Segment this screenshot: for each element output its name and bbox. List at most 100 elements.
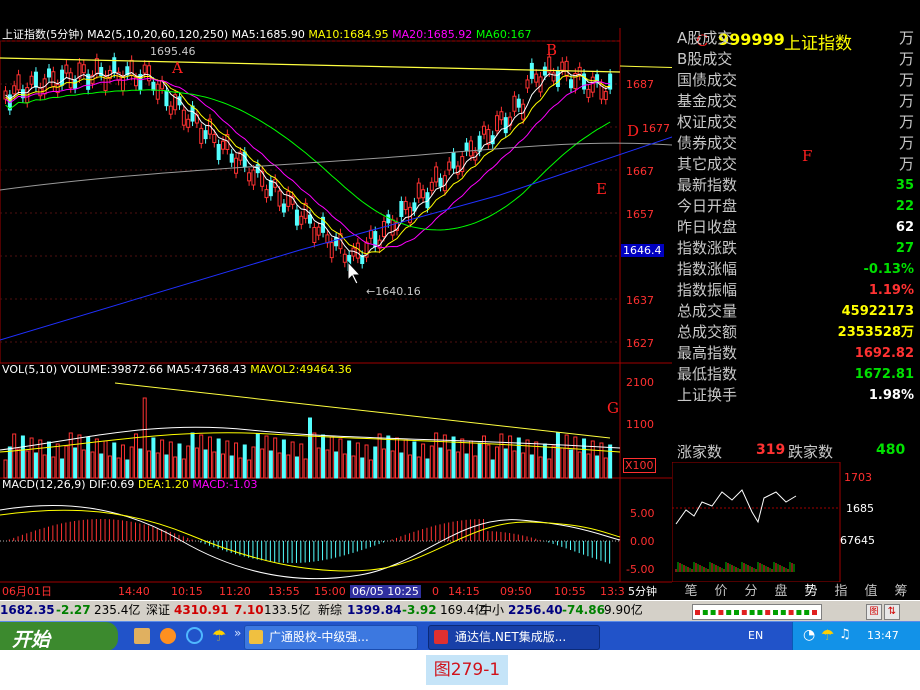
ticker-item: 深证: [146, 603, 171, 617]
volume-bar: [199, 434, 204, 479]
kline-ma10: MA10:1684.95: [308, 28, 389, 41]
quote-row: 国债成交 万: [677, 70, 914, 91]
mini-intraday-chart[interactable]: 1703 1685 67645: [671, 461, 920, 583]
chart-area[interactable]: 上证指数(5分钟) MA2(5,10,20,60,120,250) MA5:16…: [0, 0, 672, 600]
breadth-cell: [702, 610, 708, 615]
ticker-arrows-icon[interactable]: ⇅: [884, 604, 900, 620]
volume-bar: [329, 436, 334, 479]
quote-row: 最低指数 1672.81: [677, 364, 914, 385]
chart-canvas[interactable]: [0, 0, 672, 600]
macd-value: MACD:-1.03: [192, 478, 258, 491]
candle-body: [308, 214, 312, 224]
candle-body: [512, 95, 517, 112]
volume-bar: [351, 455, 356, 479]
quote-row: 债券成交 万: [677, 133, 914, 154]
volume-bar: [390, 450, 395, 479]
volume-bar: [229, 455, 234, 479]
breadth-cell: [780, 610, 786, 615]
volume-bar: [355, 442, 360, 479]
quote-row: 今日开盘 22: [677, 196, 914, 217]
candle-body: [316, 226, 321, 236]
volume-bar: [368, 459, 373, 479]
task-label: 广通股校-中级强...: [269, 630, 369, 644]
candle-body: [251, 169, 256, 186]
quote-value: 万: [898, 134, 914, 152]
macd-dea: DEA:1.20: [137, 478, 189, 491]
volume-bar: [134, 433, 138, 479]
clock: 13:47: [867, 629, 899, 642]
input-language[interactable]: EN: [748, 629, 763, 642]
volume-bar: [377, 433, 382, 479]
volume-bar: [316, 447, 321, 479]
candle-body: [529, 62, 534, 79]
low-note: ←1640.16: [366, 285, 421, 298]
panel-tab[interactable]: 分: [738, 583, 764, 600]
panel-tab[interactable]: 指: [828, 583, 854, 600]
candle-body: [368, 229, 373, 239]
overflow-chevron-icon[interactable]: »: [234, 626, 241, 640]
ticker-toggle-icon[interactable]: 图: [866, 604, 882, 620]
volume-bar: [477, 442, 482, 479]
candle-body: [482, 125, 486, 135]
volume-bar: [99, 453, 104, 479]
panel-tab[interactable]: 值: [858, 583, 884, 600]
quote-value: 27: [895, 241, 914, 256]
breadth-cell: [726, 610, 732, 615]
volume-bar: [460, 438, 465, 479]
quote-row: 总成交额 2353528万: [677, 322, 914, 343]
high-note: 1695.46: [150, 45, 196, 58]
candle-body: [299, 215, 304, 225]
candle-body: [403, 201, 408, 211]
volume-bar: [482, 435, 486, 479]
macd-tick: 5.00: [630, 507, 655, 520]
mini-frame: [671, 461, 841, 583]
panel-tab[interactable]: 笔: [678, 583, 704, 600]
panel-tab[interactable]: 筹: [888, 583, 914, 600]
candle-body: [181, 109, 186, 126]
time-label: 15:00: [314, 585, 346, 598]
volume-ma5: MA5:47368.43: [166, 363, 247, 376]
volume-bar: [403, 439, 408, 479]
trend-line-ext: [619, 65, 672, 69]
desktop-icon[interactable]: [134, 628, 150, 644]
volume-bar: [281, 439, 286, 479]
macd-tick: -5.00: [626, 563, 655, 576]
price-tick: 1637: [626, 294, 654, 307]
task-button-school[interactable]: 广通股校-中级强...: [244, 625, 418, 650]
panel-tab[interactable]: 价: [708, 583, 734, 600]
volume-bar: [542, 443, 547, 479]
media-icon[interactable]: [160, 628, 176, 644]
volume-bar: [408, 454, 413, 479]
volume-bar: [573, 436, 578, 479]
volume-bar: [473, 455, 478, 479]
kline-header: 上证指数(5分钟) MA2(5,10,20,60,120,250) MA5:16…: [2, 28, 532, 41]
market-breadth-bar: [692, 604, 822, 620]
task-label: 通达信.NET集成版...: [455, 630, 567, 644]
volume-bar: [207, 436, 212, 479]
volume-bar: [60, 458, 65, 479]
quote-label: 最新指数: [677, 176, 738, 194]
breadth-cell: [796, 610, 802, 615]
quote-label: 今日开盘: [677, 197, 738, 215]
task-button-tdx[interactable]: 通达信.NET集成版...: [428, 625, 600, 650]
time-label: 09:50: [500, 585, 532, 598]
volume-bar: [190, 432, 195, 479]
period-selector[interactable]: 5分钟: [628, 585, 657, 598]
candle-body: [268, 180, 273, 197]
ie-icon[interactable]: [186, 627, 203, 644]
network-icon[interactable]: ◔: [803, 627, 815, 643]
ticker-item: 4310.91: [174, 603, 229, 617]
candle-body: [286, 190, 291, 207]
start-button[interactable]: 开始: [0, 622, 118, 650]
volume-bar: [181, 458, 186, 479]
volume-bar: [64, 445, 69, 479]
candle-body: [355, 242, 360, 259]
umbrella-tray-icon[interactable]: ☂: [821, 626, 834, 644]
volume-icon[interactable]: ♫: [839, 627, 851, 642]
candle-body: [429, 181, 434, 191]
umbrella-icon[interactable]: ☂: [212, 627, 230, 645]
volume-bar: [125, 459, 130, 479]
panel-tab[interactable]: 盘: [768, 583, 794, 600]
candle-body: [525, 79, 530, 89]
breadth-cell: [695, 610, 700, 615]
